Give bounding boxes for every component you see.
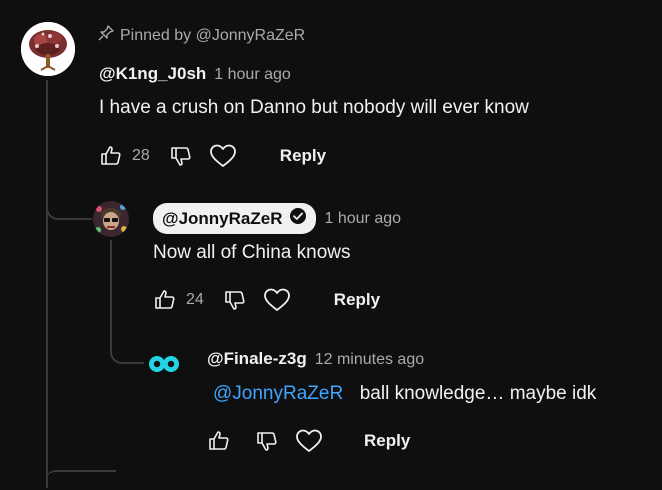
character-avatar-image [93, 201, 129, 237]
comment-header: @K1ng_J0sh 1 hour ago [99, 64, 291, 84]
reply2-author[interactable]: @Finale-z3g [207, 349, 307, 369]
reply-button[interactable]: Reply [334, 290, 380, 310]
reply1-time[interactable]: 1 hour ago [325, 210, 402, 228]
reply-button[interactable]: Reply [280, 146, 326, 166]
eyes-avatar-image [146, 346, 182, 382]
avatar-finale-z3g[interactable] [146, 346, 182, 382]
reply2-text: ball knowledge… maybe idk [359, 383, 597, 404]
thread-connector-reply2 [110, 330, 144, 364]
reply2-time[interactable]: 12 minutes ago [315, 351, 424, 369]
owner-badge[interactable]: @JonnyRaZeR [153, 203, 316, 234]
pinned-text: Pinned by @JonnyRaZeR [120, 26, 306, 44]
thumb-down-icon[interactable] [168, 143, 194, 169]
like-count: 24 [186, 291, 204, 308]
reply-button[interactable]: Reply [364, 431, 410, 451]
avatar-jonnyrazer[interactable] [93, 201, 129, 237]
heart-icon[interactable] [262, 287, 292, 313]
reply2-text-line: @JonnyRaZeR ball knowledge… maybe idk [213, 383, 596, 405]
comment-time[interactable]: 1 hour ago [214, 66, 291, 84]
reply1-actions: 24 Reply [152, 287, 380, 313]
thread-connector-more [46, 470, 116, 490]
reply1-header: @JonnyRaZeR 1 hour ago [153, 203, 401, 234]
avatar-k1ng-j0sh[interactable] [21, 22, 75, 76]
reply2-header: @Finale-z3g 12 minutes ago [207, 349, 424, 369]
heart-icon[interactable] [294, 428, 324, 454]
thumb-up-icon[interactable] [206, 428, 232, 454]
reply2-actions: Reply [206, 428, 410, 454]
thread-connector-reply1 [46, 190, 92, 220]
thumb-up-icon[interactable] [98, 143, 124, 169]
thumb-down-icon[interactable] [222, 287, 248, 313]
verified-check-icon [289, 207, 307, 230]
thumb-down-icon[interactable] [254, 428, 280, 454]
comment-author[interactable]: @K1ng_J0sh [99, 64, 206, 84]
pinned-label: Pinned by @JonnyRaZeR [98, 25, 305, 46]
like-count: 28 [132, 147, 150, 164]
thumb-up-icon[interactable] [152, 287, 178, 313]
reply1-author: @JonnyRaZeR [162, 208, 283, 228]
thread-line-main [46, 80, 48, 488]
reply1-text: Now all of China knows [153, 242, 351, 263]
tree-avatar-image [21, 22, 75, 76]
pin-icon [98, 25, 114, 46]
comment-text: I have a crush on Danno but nobody will … [99, 97, 529, 118]
heart-icon[interactable] [208, 143, 238, 169]
mention-link[interactable]: @JonnyRaZeR [213, 383, 343, 404]
comment-actions: 28 Reply [98, 143, 326, 169]
